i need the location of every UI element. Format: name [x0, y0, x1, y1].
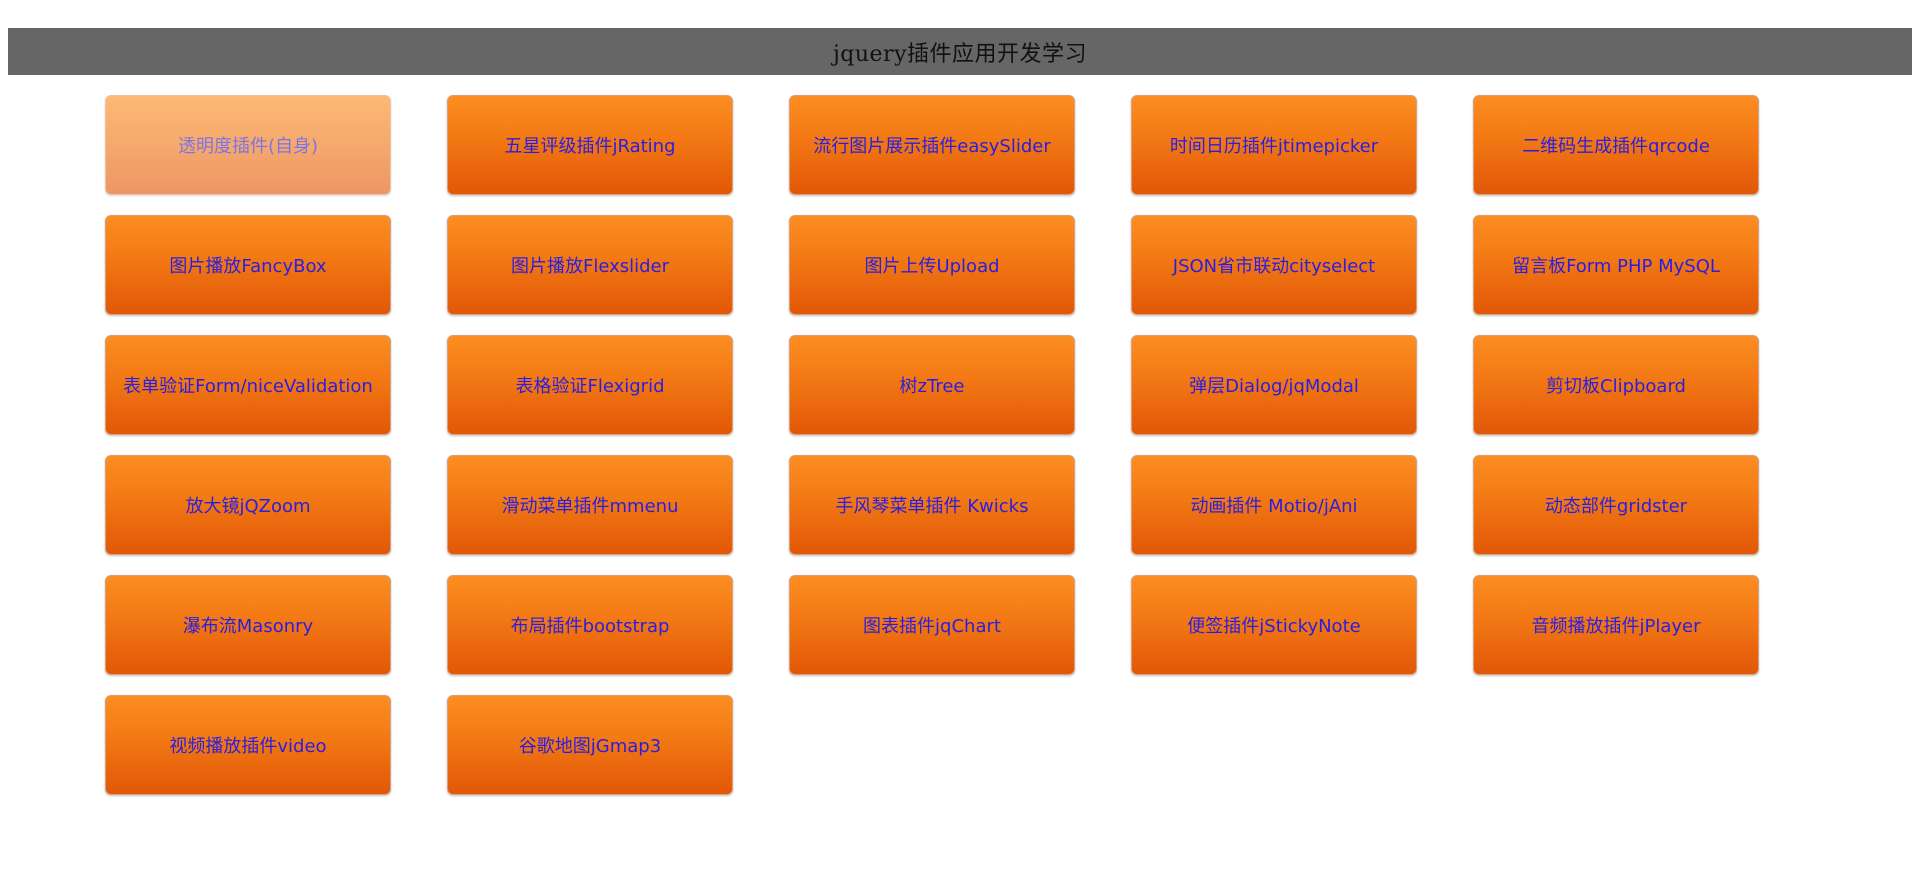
plugin-button-ztree[interactable]: 树zTree — [789, 335, 1075, 435]
plugin-button-flexigrid[interactable]: 表格验证Flexigrid — [447, 335, 733, 435]
plugin-button-qrcode[interactable]: 二维码生成插件qrcode — [1473, 95, 1759, 195]
plugin-button-cityselect[interactable]: JSON省市联动cityselect — [1131, 215, 1417, 315]
plugin-label: 剪切板Clipboard — [1546, 376, 1686, 397]
plugin-button-flexslider[interactable]: 图片播放Flexslider — [447, 215, 733, 315]
plugin-label: 便签插件jStickyNote — [1187, 616, 1361, 637]
plugin-label: 布局插件bootstrap — [510, 616, 670, 637]
plugin-button-jqmodal[interactable]: 弹层Dialog/jqModal — [1131, 335, 1417, 435]
plugin-button-gridster[interactable]: 动态部件gridster — [1473, 455, 1759, 555]
plugin-label: 动画插件 Motio/jAni — [1190, 496, 1358, 517]
plugin-label: 表单验证Form/niceValidation — [123, 376, 373, 397]
plugin-button-masonry[interactable]: 瀑布流Masonry — [105, 575, 391, 675]
plugin-label: JSON省市联动cityselect — [1172, 256, 1376, 277]
plugin-label: 二维码生成插件qrcode — [1522, 136, 1710, 157]
plugin-button-jstickynote[interactable]: 便签插件jStickyNote — [1131, 575, 1417, 675]
plugin-label: 表格验证Flexigrid — [515, 376, 665, 397]
plugin-label: 树zTree — [899, 376, 965, 397]
plugin-label: 图片播放FancyBox — [169, 256, 327, 277]
plugin-label: 图表插件jqChart — [863, 616, 1001, 637]
plugin-button-jplayer[interactable]: 音频播放插件jPlayer — [1473, 575, 1759, 675]
plugin-button-fancybox[interactable]: 图片播放FancyBox — [105, 215, 391, 315]
plugin-button-jgmap3[interactable]: 谷歌地图jGmap3 — [447, 695, 733, 795]
plugin-button-jtimepicker[interactable]: 时间日历插件jtimepicker — [1131, 95, 1417, 195]
plugin-label: 动态部件gridster — [1544, 496, 1688, 517]
plugin-button-jrating[interactable]: 五星评级插件jRating — [447, 95, 733, 195]
plugin-button-video[interactable]: 视频播放插件video — [105, 695, 391, 795]
plugin-label: 视频播放插件video — [169, 736, 327, 757]
plugin-button-jqchart[interactable]: 图表插件jqChart — [789, 575, 1075, 675]
plugin-button-kwicks[interactable]: 手风琴菜单插件 Kwicks — [789, 455, 1075, 555]
plugin-button-guestbook[interactable]: 留言板Form PHP MySQL — [1473, 215, 1759, 315]
plugin-button-clipboard[interactable]: 剪切板Clipboard — [1473, 335, 1759, 435]
plugin-button-upload[interactable]: 图片上传Upload — [789, 215, 1075, 315]
plugin-label: 弹层Dialog/jqModal — [1189, 376, 1359, 397]
plugin-label: 音频播放插件jPlayer — [1531, 616, 1701, 637]
plugin-button-bootstrap[interactable]: 布局插件bootstrap — [447, 575, 733, 675]
plugin-label: 手风琴菜单插件 Kwicks — [835, 496, 1029, 517]
plugin-label: 留言板Form PHP MySQL — [1512, 256, 1720, 277]
plugin-button-mmenu[interactable]: 滑动菜单插件mmenu — [447, 455, 733, 555]
plugin-label: 时间日历插件jtimepicker — [1169, 136, 1379, 157]
plugin-button-jqzoom[interactable]: 放大镜jQZoom — [105, 455, 391, 555]
plugin-label: 透明度插件(自身) — [177, 136, 319, 157]
plugin-label: 滑动菜单插件mmenu — [501, 496, 679, 517]
plugin-button-opacity[interactable]: 透明度插件(自身) — [105, 95, 391, 195]
plugin-label: 图片播放Flexslider — [510, 256, 670, 277]
plugin-button-nicevalidation[interactable]: 表单验证Form/niceValidation — [105, 335, 391, 435]
plugin-button-easyslider[interactable]: 流行图片展示插件easySlider — [789, 95, 1075, 195]
page-title: jquery插件应用开发学习 — [832, 41, 1088, 67]
plugin-grid: 透明度插件(自身) 五星评级插件jRating 流行图片展示插件easySlid… — [105, 95, 1759, 795]
plugin-button-motio[interactable]: 动画插件 Motio/jAni — [1131, 455, 1417, 555]
page-header: jquery插件应用开发学习 — [8, 28, 1912, 75]
plugin-label: 放大镜jQZoom — [185, 496, 311, 517]
plugin-label: 图片上传Upload — [864, 256, 1000, 277]
plugin-label: 五星评级插件jRating — [504, 136, 676, 157]
plugin-label: 谷歌地图jGmap3 — [518, 736, 662, 757]
plugin-label: 流行图片展示插件easySlider — [813, 136, 1051, 157]
plugin-label: 瀑布流Masonry — [182, 616, 314, 637]
